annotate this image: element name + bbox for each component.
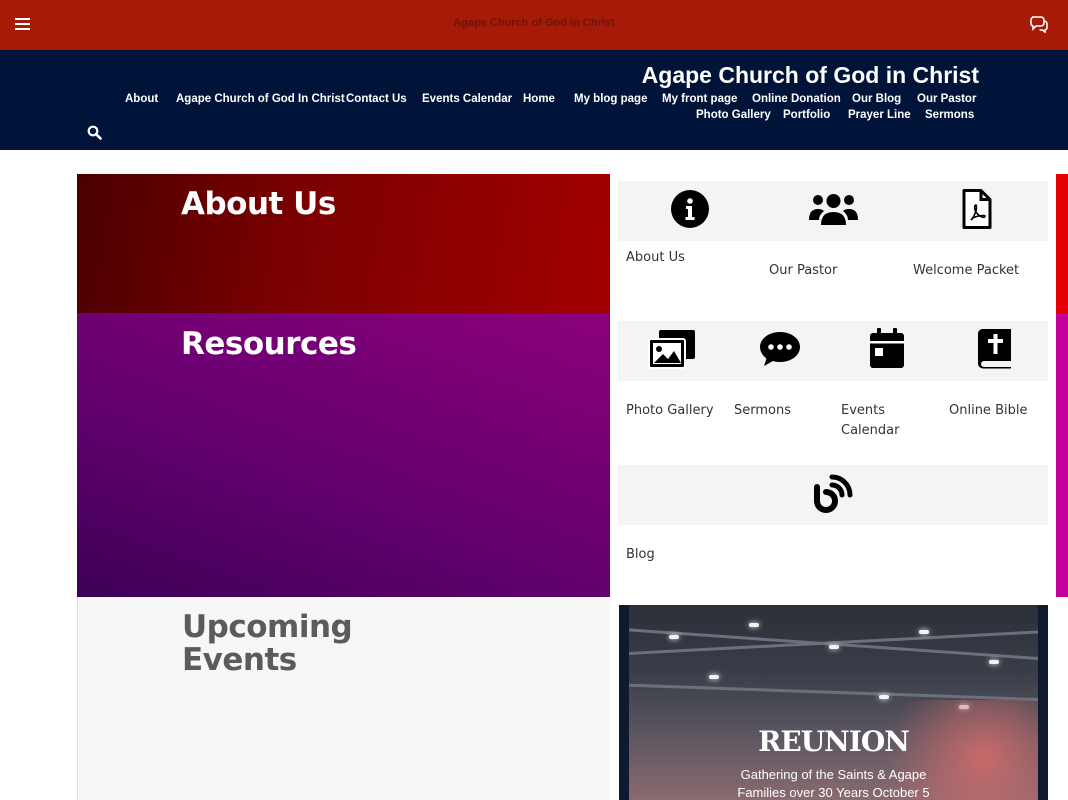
events-heading: Upcoming Events (182, 609, 353, 678)
nav-my-front-page[interactable]: My front page (662, 93, 737, 105)
nav-portfolio[interactable]: Portfolio (783, 109, 830, 121)
nav-our-pastor[interactable]: Our Pastor (917, 93, 976, 105)
nav-online-donation[interactable]: Online Donation (752, 93, 841, 105)
info-circle-icon[interactable] (671, 190, 709, 228)
nav-agape-church[interactable]: Agape Church of God In Christ (176, 93, 345, 105)
tile-events-calendar[interactable]: Events Calendar (841, 401, 931, 441)
nav-about[interactable]: About (125, 93, 158, 105)
nav-sermons[interactable]: Sermons (925, 109, 974, 121)
resources-edge-accent (1056, 313, 1068, 597)
pdf-file-icon[interactable] (962, 189, 992, 229)
bible-icon[interactable] (977, 328, 1012, 369)
event-title: REUNION (758, 725, 910, 758)
nav-contact-us[interactable]: Contact Us (346, 93, 407, 105)
tile-blog[interactable]: Blog (626, 545, 655, 565)
about-edge-accent (1056, 174, 1068, 314)
top-bar: Agape Church of God In Christ (0, 0, 1068, 50)
site-header: Agape Church of God in Christ About Agap… (0, 50, 1068, 150)
speech-bubble-icon[interactable] (760, 331, 800, 367)
resources-panel: Resources (77, 313, 610, 597)
blog-icon[interactable] (814, 473, 854, 513)
resources-tiles: Photo Gallery Sermons Events Calendar On… (610, 313, 1056, 597)
nav-my-blog-page[interactable]: My blog page (574, 93, 647, 105)
tile-welcome-packet[interactable]: Welcome Packet (913, 261, 1019, 281)
site-title[interactable]: Agape Church of God in Christ (642, 62, 979, 89)
event-subtitle-line2: Families over 30 Years October 5 (737, 785, 930, 800)
events-panel: Upcoming Events (77, 597, 610, 800)
events-card-area: REUNION Gathering of the Saints & Agape … (610, 597, 1068, 800)
event-subtitle-line1: Gathering of the Saints & Agape (740, 767, 927, 782)
tile-online-bible[interactable]: Online Bible (949, 401, 1027, 421)
nav-events-calendar[interactable]: Events Calendar (422, 93, 512, 105)
resources-heading: Resources (181, 326, 357, 362)
photo-gallery-icon[interactable] (647, 329, 697, 369)
nav-our-blog[interactable]: Our Blog (852, 93, 901, 105)
about-tiles: About Us Our Pastor Welcome Packet (610, 174, 1056, 314)
calendar-icon[interactable] (869, 328, 905, 369)
event-subtitle: Gathering of the Saints & Agape Families… (619, 766, 1048, 800)
search-icon[interactable] (87, 125, 102, 140)
tile-photo-gallery[interactable]: Photo Gallery (626, 401, 714, 421)
tile-our-pastor[interactable]: Our Pastor (769, 261, 837, 281)
nav-home[interactable]: Home (523, 93, 555, 105)
nav-prayer-line[interactable]: Prayer Line (848, 109, 911, 121)
chat-bubbles-icon[interactable] (1029, 15, 1049, 33)
topbar-title: Agape Church of God In Christ (453, 17, 615, 29)
about-panel: About Us (77, 174, 610, 314)
event-card[interactable]: REUNION Gathering of the Saints & Agape … (619, 605, 1048, 800)
tile-about-us[interactable]: About Us (626, 248, 685, 268)
tile-sermons[interactable]: Sermons (734, 401, 791, 421)
about-heading: About Us (181, 186, 336, 222)
nav-photo-gallery[interactable]: Photo Gallery (696, 109, 771, 121)
users-group-icon[interactable] (809, 191, 858, 227)
